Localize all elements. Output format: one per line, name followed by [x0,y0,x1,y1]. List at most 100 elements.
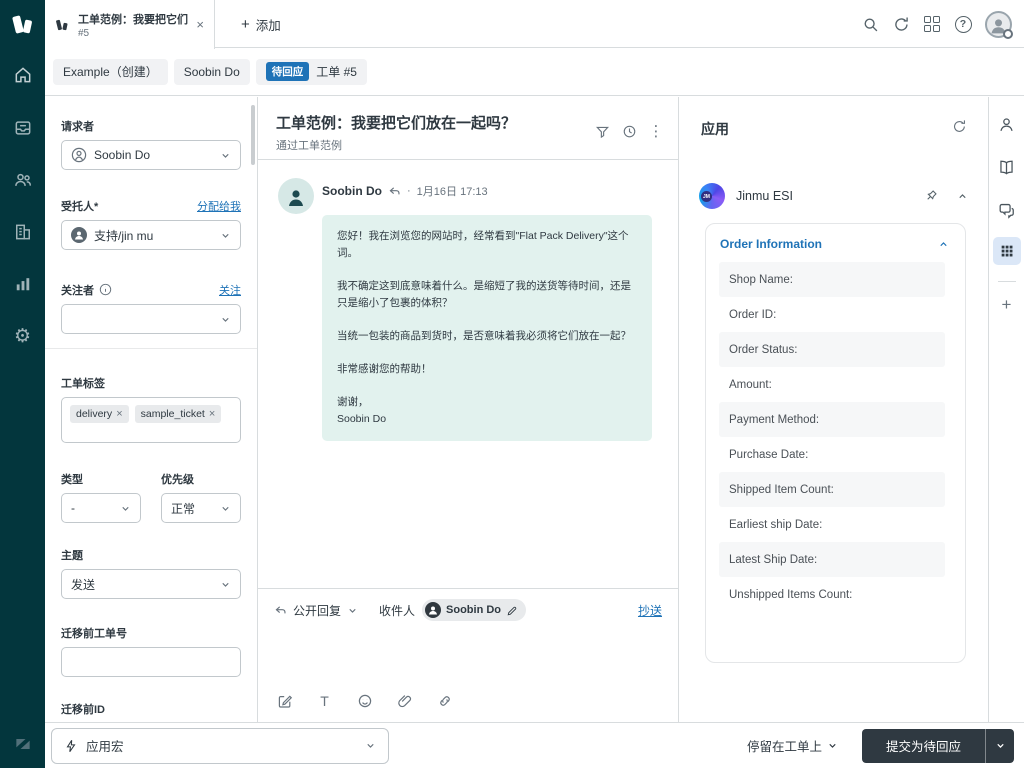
order-field-order-status: Order Status: [719,332,945,367]
home-icon[interactable] [11,63,35,87]
stay-on-ticket-select[interactable]: 停留在工单上 [747,736,838,755]
requester-label: 请求者 [61,118,94,134]
zendesk-logo [10,12,36,38]
chevron-down-icon [220,230,231,241]
info-icon [99,283,112,296]
help-icon[interactable]: ? [954,15,972,33]
breadcrumb-brand[interactable]: Example（创建） [53,59,168,85]
tags-field[interactable]: delivery× sample_ticket× [61,397,241,443]
customers-icon[interactable] [11,168,35,192]
tag-sample-ticket[interactable]: sample_ticket× [135,405,222,423]
bottom-action-bar: 应用宏 停留在工单上 提交为待回应 [45,722,1024,768]
reply-arrow-icon [388,185,401,198]
assignee-select[interactable]: 支持/jin mu [61,220,241,250]
kebab-menu-icon[interactable]: ⋮ [648,123,664,139]
order-field-amount: Amount: [719,367,945,402]
priority-select[interactable]: 正常 [161,493,241,523]
user-avatar[interactable] [985,11,1012,38]
context-rail: + [988,97,1024,722]
status-badge: 待回应 [266,62,310,81]
chevron-down-icon [220,150,231,161]
assignee-label: 受托人* [61,198,98,214]
collapse-app-chevron-icon[interactable] [957,191,968,202]
main-nav-rail: ⚙ [0,0,45,768]
reporting-icon[interactable] [11,272,35,296]
message-paragraph: 非常感谢您的帮助！ [337,361,637,378]
breadcrumb-requester[interactable]: Soobin Do [174,59,250,85]
collapse-section-chevron-icon[interactable] [938,239,949,250]
tags-label: 工单标签 [61,375,105,391]
tab-title: 工单范例：我要把它们放... [78,11,188,27]
events-history-icon[interactable] [621,123,637,139]
customer-context-icon[interactable] [997,114,1017,134]
refresh-icon[interactable] [892,15,910,33]
compose-note-icon[interactable] [276,692,293,709]
migration-ticket-input[interactable] [61,647,241,677]
add-app-plus-icon[interactable]: + [997,295,1017,315]
message-timestamp: 1月16日 17:13 [417,183,488,199]
search-icon[interactable] [861,15,879,33]
composer-toolbar: T [276,692,453,709]
submit-options-chevron[interactable] [985,729,1014,763]
apply-macro-select[interactable]: 应用宏 [51,728,389,764]
views-icon[interactable] [11,116,35,140]
attachment-icon[interactable] [396,692,413,709]
product-tray-icon[interactable] [923,15,941,33]
reply-type-select[interactable]: 公开回复 [274,602,358,619]
ticket-tab[interactable]: 工单范例：我要把它们放... #5 × [45,0,215,49]
apps-grid-icon[interactable] [993,237,1021,265]
filter-icon[interactable] [594,123,610,139]
admin-gear-icon[interactable]: ⚙ [11,324,35,348]
priority-value: 正常 [171,500,195,517]
order-field-shipped-item-count: Shipped Item Count: [719,472,945,507]
recipient-pill[interactable]: Soobin Do [422,599,526,621]
followers-select[interactable] [61,304,241,334]
message-paragraph: 我不确定这到底意味着什么。是缩短了我的送货等待时间，还是只是缩小了包裹的体积？ [337,278,637,312]
breadcrumb: Example（创建） Soobin Do 待回应 工单 #5 [45,48,1024,96]
conversation-header: 工单范例：我要把它们放在一起吗？ 通过工单范例 ⋮ [258,97,678,160]
requester-select[interactable]: Soobin Do [61,140,241,170]
reply-composer: 公开回复 收件人 Soobin Do 抄送 T [258,588,678,722]
tag-delivery[interactable]: delivery× [70,405,129,423]
add-tab-button[interactable]: + 添加 [229,0,293,48]
add-tab-label: 添加 [256,15,281,34]
ticket-via: 通过工单范例 [276,137,660,153]
type-select[interactable]: - [61,493,141,523]
remove-tag-icon[interactable]: × [116,408,122,420]
order-field-shop-name: Shop Name: [719,262,945,297]
reply-arrow-icon [274,604,287,617]
close-icon[interactable]: × [196,17,204,32]
breadcrumb-ticket[interactable]: 待回应 工单 #5 [256,59,367,85]
assign-to-me-link[interactable]: 分配给我 [197,198,241,214]
remove-tag-icon[interactable]: × [209,408,215,420]
divider [45,348,257,349]
cc-link[interactable]: 抄送 [638,602,662,619]
apps-refresh-icon[interactable] [952,119,968,135]
app-name: Jinmu ESI [736,189,793,203]
requester-value: Soobin Do [94,148,150,162]
assignee-value: 支持/jin mu [94,227,153,244]
message-author[interactable]: Soobin Do [322,184,382,198]
order-field-latest-ship-date: Latest Ship Date: [719,542,945,577]
emoji-icon[interactable] [356,692,373,709]
follow-link[interactable]: 关注 [219,282,241,298]
type-value: - [71,501,75,515]
edit-pencil-icon[interactable] [506,604,518,616]
jinmu-esi-logo: JM [699,183,725,209]
rail-divider [998,281,1016,282]
conversations-icon[interactable] [997,200,1017,220]
text-format-icon[interactable]: T [316,692,333,709]
chevron-down-icon [220,579,231,590]
ticket-ref: 工单 #5 [316,63,357,80]
migration-ticket-label: 迁移前工单号 [61,625,127,641]
recipient-name: Soobin Do [446,604,501,616]
subject-select[interactable]: 发送 [61,569,241,599]
link-icon[interactable] [436,692,453,709]
ticket-icon [55,17,70,33]
message-header: Soobin Do · 1月16日 17:13 [322,183,488,199]
pin-icon[interactable] [923,188,939,204]
submit-as-pending-button[interactable]: 提交为待回应 [862,729,985,763]
organizations-icon[interactable] [11,220,35,244]
knowledge-icon[interactable] [997,157,1017,177]
order-information-title[interactable]: Order Information [720,237,822,251]
